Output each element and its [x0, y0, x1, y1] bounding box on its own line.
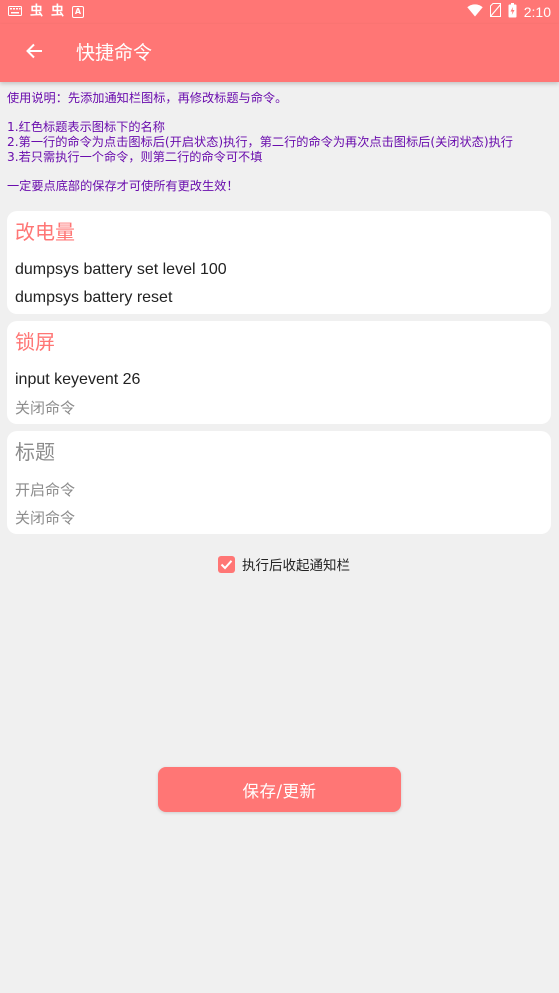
arrow-left-icon — [25, 42, 43, 64]
off-command-input[interactable]: dumpsys battery reset — [15, 288, 172, 308]
instructions-step-1: 1.红色标题表示图标下的名称 — [7, 120, 165, 134]
off-command-input[interactable]: 关闭命令 — [15, 508, 75, 528]
page-title: 快捷命令 — [76, 42, 153, 64]
instructions-intro: 使用说明：先添加通知栏图标，再修改标题与命令。 — [7, 91, 288, 105]
app-notification-icon: A — [72, 6, 85, 18]
shortcut-title-input[interactable]: 标题 — [15, 438, 55, 466]
back-button[interactable] — [18, 37, 50, 69]
status-bar: 虫 虫 A 2:10 — [0, 0, 559, 24]
instructions-step-2: 2.第一行的命令为点击图标后(开启状态)执行，第二行的命令为再次点击图标后(关闭… — [7, 135, 513, 149]
instructions-save-warning: 一定要点底部的保存才可使所有更改生效！ — [7, 179, 239, 193]
shortcut-card: 标题 开启命令 关闭命令 — [7, 431, 551, 534]
on-command-input[interactable]: input keyevent 26 — [15, 370, 140, 390]
status-bar-right: 2:10 — [467, 2, 551, 22]
battery-icon — [508, 2, 517, 22]
shortcut-card: 改电量 dumpsys battery set level 100 dumpsy… — [7, 211, 551, 314]
keyboard-icon — [8, 5, 22, 20]
shortcut-title-input[interactable]: 锁屏 — [15, 328, 55, 356]
app-bar: 快捷命令 — [0, 24, 559, 82]
instructions-text: 使用说明：先添加通知栏图标，再修改标题与命令。 1.红色标题表示图标下的名称 2… — [7, 91, 555, 194]
on-command-input[interactable]: dumpsys battery set level 100 — [15, 260, 227, 280]
notification-glyph: A — [74, 7, 82, 16]
collapse-notification-checkbox-row[interactable]: 执行后收起通知栏 — [218, 554, 350, 574]
bug-icon: 虫 — [30, 4, 44, 19]
status-time: 2:10 — [523, 4, 551, 20]
collapse-notification-checkbox[interactable] — [218, 555, 235, 574]
shortcut-title-input[interactable]: 改电量 — [15, 218, 75, 246]
save-update-button[interactable]: 保存/更新 — [158, 767, 401, 812]
shortcut-card: 锁屏 input keyevent 26 关闭命令 — [7, 321, 551, 424]
no-sim-icon — [489, 3, 502, 21]
wifi-icon — [467, 3, 483, 21]
status-bar-left: 虫 虫 A — [8, 4, 85, 20]
instructions-step-3: 3.若只需执行一个命令，则第二行的命令可不填 — [7, 150, 263, 164]
off-command-input[interactable]: 关闭命令 — [15, 398, 75, 418]
collapse-notification-label: 执行后收起通知栏 — [242, 558, 350, 574]
bug-icon: 虫 — [51, 4, 65, 19]
checkmark-icon — [220, 555, 233, 574]
on-command-input[interactable]: 开启命令 — [15, 480, 75, 500]
